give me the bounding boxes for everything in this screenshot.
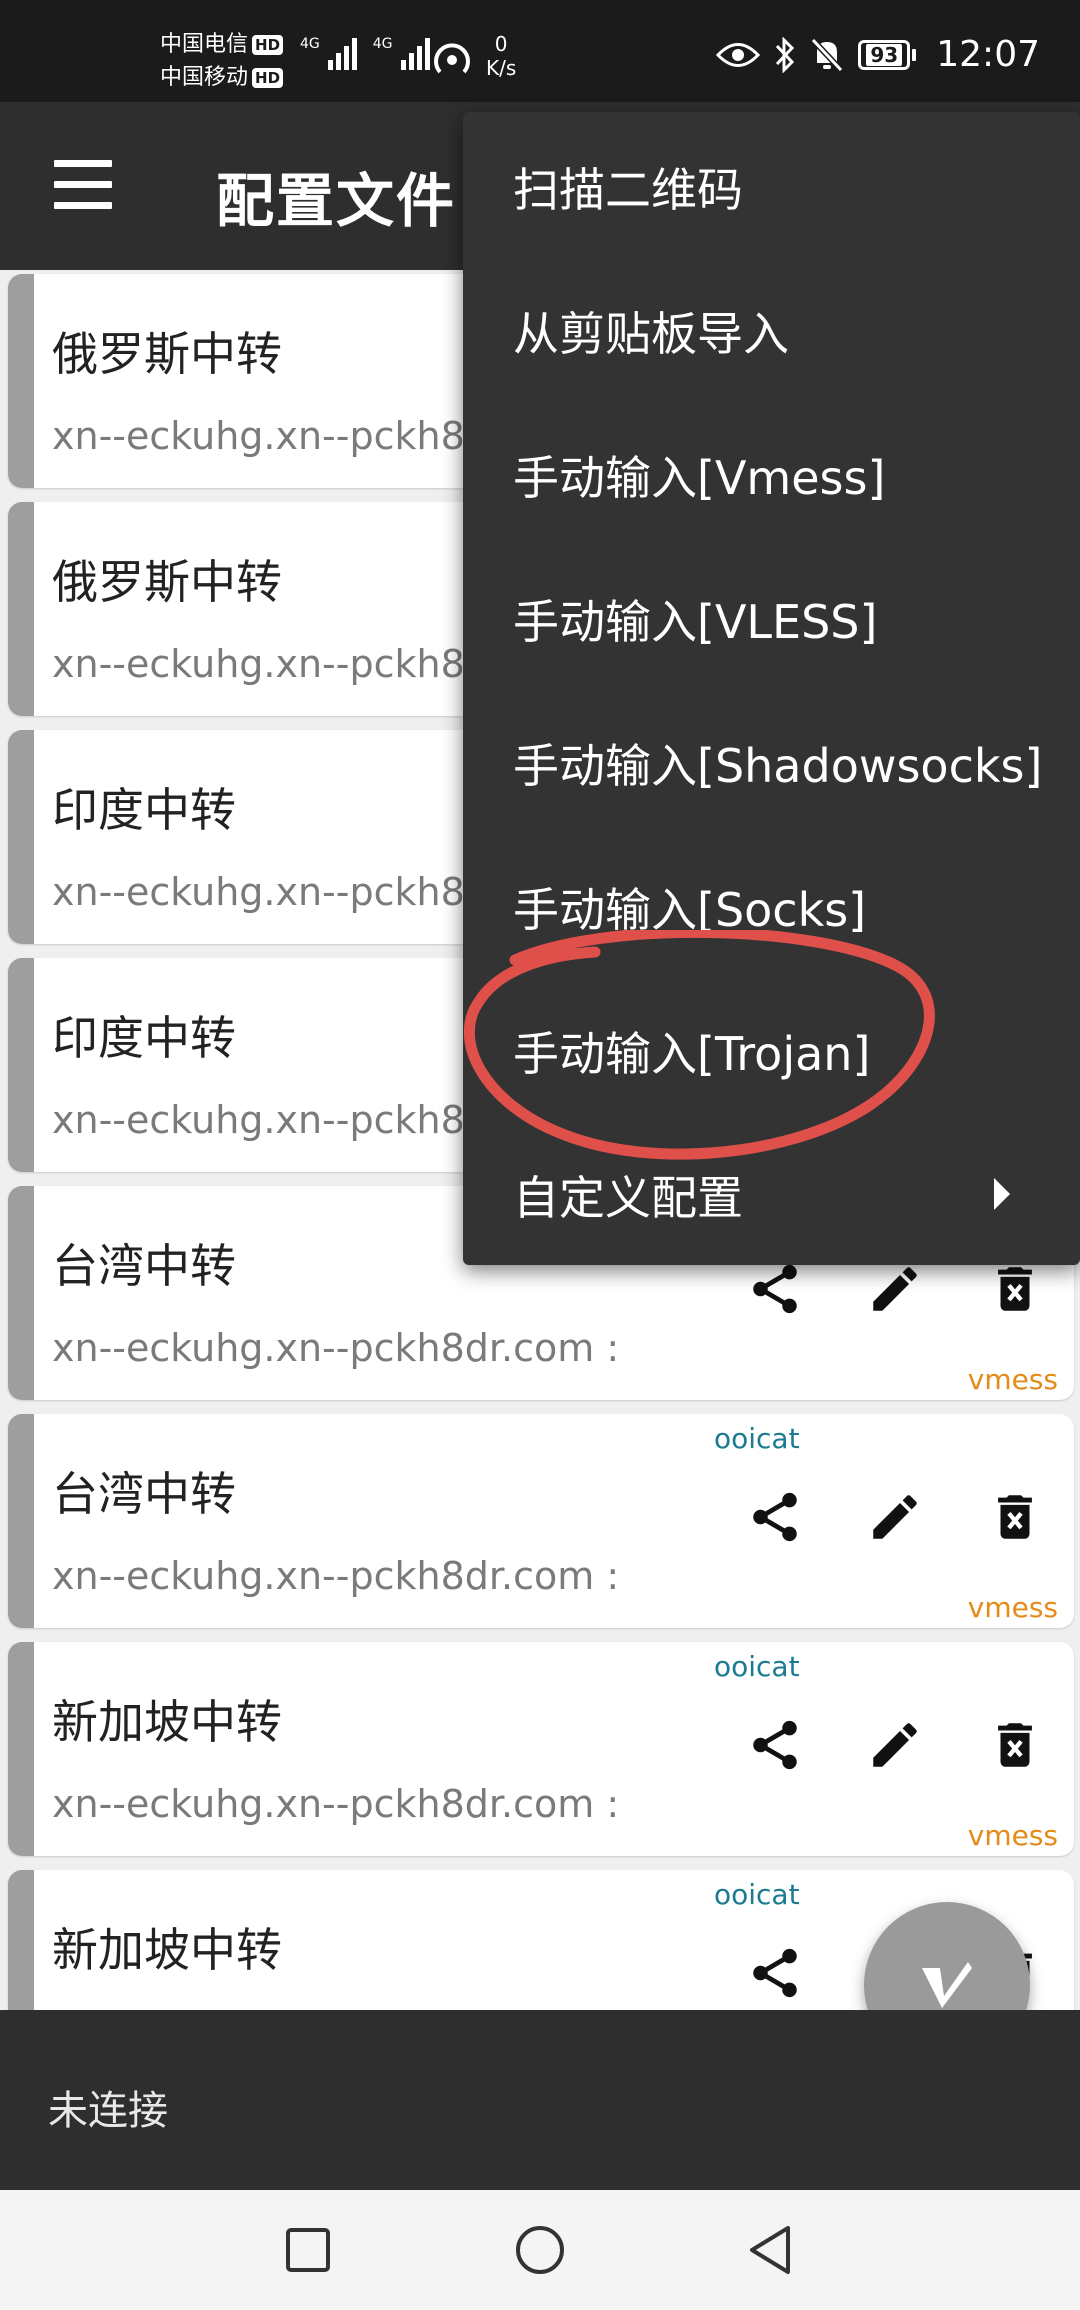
wifi-hotspot-icon — [434, 43, 470, 74]
selection-stripe — [8, 1642, 34, 1856]
menu-item-manual-vmess[interactable]: 手动输入[Vmess] — [513, 442, 885, 508]
server-address: xn--eckuhg.xn--pckh8dr.com : — [52, 1326, 620, 1370]
server-type: vmess — [967, 1591, 1058, 1624]
server-address: xn--eckuhg.xn--pckh8dr.com : — [52, 1554, 620, 1598]
back-icon[interactable] — [740, 2220, 800, 2280]
share-icon[interactable] — [744, 1714, 806, 1776]
submenu-arrow-icon — [994, 1178, 1010, 1210]
carrier-2-label: 中国移动 — [160, 65, 249, 90]
edit-icon[interactable] — [864, 1714, 926, 1776]
delete-icon[interactable] — [984, 1486, 1046, 1548]
share-icon[interactable] — [744, 1258, 806, 1320]
menu-item-manual-vless[interactable]: 手动输入[VLESS] — [513, 586, 877, 652]
server-name: 俄罗斯中转 — [52, 555, 282, 609]
selection-stripe — [8, 958, 34, 1172]
status-clock: 12:07 — [936, 34, 1040, 75]
server-card[interactable]: 台湾中转 xn--eckuhg.xn--pckh8dr.com : ooicat… — [8, 1414, 1074, 1628]
share-icon[interactable] — [744, 1942, 806, 2004]
share-icon[interactable] — [744, 1486, 806, 1548]
server-name: 俄罗斯中转 — [52, 327, 282, 381]
home-icon[interactable] — [510, 2220, 570, 2280]
selection-stripe — [8, 274, 34, 488]
system-nav-bar — [0, 2190, 1080, 2310]
selection-stripe — [8, 1186, 34, 1400]
server-name: 印度中转 — [52, 783, 236, 837]
server-owner: ooicat — [714, 1650, 800, 1683]
selection-stripe — [8, 502, 34, 716]
hamburger-menu-icon[interactable] — [54, 160, 112, 212]
server-address: xn--eckuhg.xn--pckh8dr.com : — [52, 1782, 620, 1826]
v-logo-icon — [922, 1962, 972, 2008]
server-name: 台湾中转 — [52, 1239, 236, 1293]
server-name: 印度中转 — [52, 1011, 236, 1065]
server-owner: ooicat — [714, 1422, 800, 1455]
add-config-menu: 扫描二维码 从剪贴板导入 手动输入[Vmess] 手动输入[VLESS] 手动输… — [463, 112, 1080, 1265]
status-bar: 中国电信 HD 中国移动 HD 4G 4G 0 K/s 93 12:07 — [0, 0, 1080, 102]
carrier-info: 中国电信 HD 中国移动 HD — [160, 28, 284, 94]
edit-icon[interactable] — [864, 1258, 926, 1320]
menu-item-scan-qr[interactable]: 扫描二维码 — [513, 154, 743, 220]
server-type: vmess — [967, 1819, 1058, 1852]
server-type: vmess — [967, 1363, 1058, 1396]
delete-icon[interactable] — [984, 1258, 1046, 1320]
bluetooth-icon — [776, 36, 795, 73]
selection-stripe — [8, 1414, 34, 1628]
server-name: 新加坡中转 — [52, 1695, 282, 1749]
network-speed: 0 K/s — [486, 32, 517, 80]
hd-badge: HD — [252, 67, 284, 88]
battery-icon: 93 — [858, 39, 917, 70]
server-owner: ooicat — [714, 1878, 800, 1911]
server-name: 台湾中转 — [52, 1467, 236, 1521]
menu-item-manual-trojan[interactable]: 手动输入[Trojan] — [513, 1018, 870, 1084]
menu-item-custom-config[interactable]: 自定义配置 — [513, 1162, 743, 1228]
menu-item-manual-shadowsocks[interactable]: 手动输入[Shadowsocks] — [513, 730, 1042, 796]
mute-bell-icon — [811, 37, 844, 72]
selection-stripe — [8, 1870, 34, 2010]
edit-icon[interactable] — [864, 1486, 926, 1548]
server-card[interactable]: 新加坡中转 xn--eckuhg.xn--pckh8dr.com : ooica… — [8, 1642, 1074, 1856]
server-name: 新加坡中转 — [52, 1923, 282, 1977]
menu-item-import-clipboard[interactable]: 从剪贴板导入 — [513, 298, 789, 364]
delete-icon[interactable] — [984, 1714, 1046, 1776]
connection-status-bar[interactable]: 未连接 — [0, 2010, 1080, 2190]
page-title: 配置文件 — [216, 167, 457, 235]
hd-badge: HD — [252, 34, 284, 55]
carrier-1-label: 中国电信 — [160, 32, 249, 57]
connection-status-text: 未连接 — [48, 2088, 168, 2134]
eye-icon — [716, 42, 761, 67]
signal-icon: 4G 4G — [300, 36, 440, 70]
menu-item-manual-socks[interactable]: 手动输入[Socks] — [513, 874, 866, 940]
recent-apps-icon[interactable] — [278, 2220, 338, 2280]
selection-stripe — [8, 730, 34, 944]
